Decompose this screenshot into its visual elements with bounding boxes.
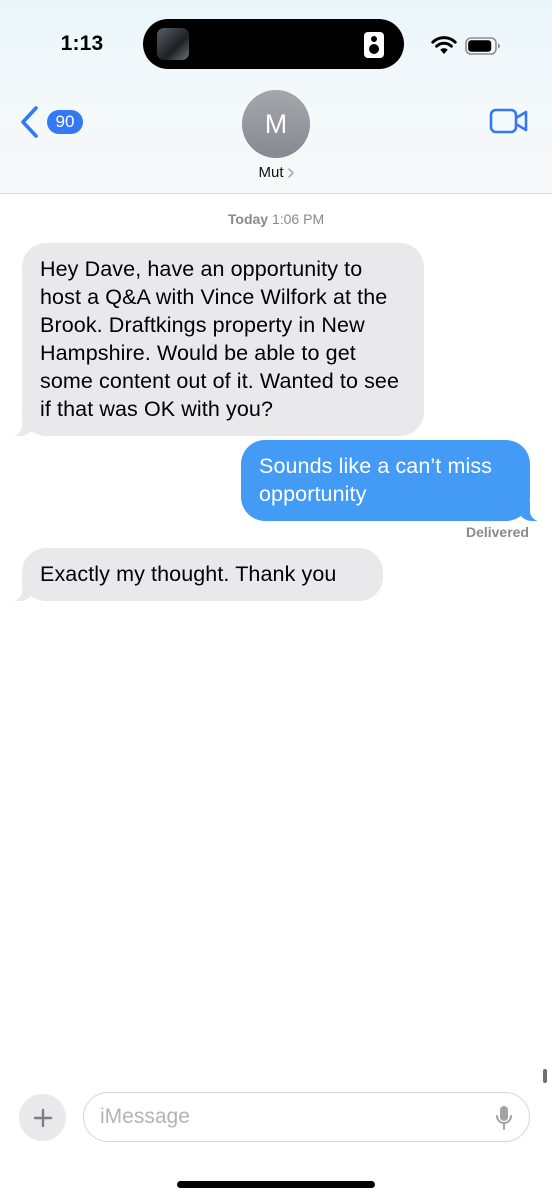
wifi-icon: [431, 36, 457, 54]
messages-screen: 1:13 90 M Mut Today 1:06 PM Hey Dave, ha…: [0, 0, 552, 1200]
home-indicator[interactable]: [177, 1181, 375, 1188]
chevron-left-icon: [21, 106, 38, 138]
now-playing-thumbnail: [157, 28, 189, 60]
timestamp-day: Today: [227, 211, 269, 227]
contact-details-link[interactable]: Mut: [0, 164, 552, 181]
video-camera-icon[interactable]: [489, 107, 529, 135]
apps-plus-button[interactable]: [19, 1094, 66, 1141]
delivery-status: Delivered: [465, 524, 529, 540]
unread-count-badge: 90: [47, 110, 83, 134]
scrollbar[interactable]: [543, 1069, 547, 1083]
message-bubble-outgoing[interactable]: Sounds like a can’t miss opportunity: [241, 440, 540, 521]
chevron-right-icon: [287, 168, 294, 178]
dynamic-island[interactable]: [143, 19, 404, 69]
conversation-timestamp: Today 1:06 PM: [0, 211, 552, 227]
status-bar-time: 1:13: [60, 32, 104, 55]
message-text: Hey Dave, have an opportunity to host a …: [40, 257, 400, 421]
battery-icon: [465, 37, 500, 55]
message-bubble-incoming[interactable]: Hey Dave, have an opportunity to host a …: [12, 243, 424, 436]
message-text: Sounds like a can’t miss opportunity: [259, 454, 493, 506]
message-text: Exactly my thought. Thank you: [40, 562, 337, 586]
contact-avatar[interactable]: M: [242, 90, 310, 158]
timestamp-time: 1:06 PM: [271, 211, 325, 227]
contact-name: Mut: [258, 164, 284, 181]
message-bubble-incoming[interactable]: Exactly my thought. Thank you: [12, 548, 383, 601]
message-input-container[interactable]: [83, 1092, 530, 1142]
message-input[interactable]: [100, 1103, 480, 1131]
conversation-header: 1:13 90 M Mut: [0, 0, 552, 194]
back-button[interactable]: 90: [18, 104, 88, 140]
plus-icon: [33, 1108, 52, 1127]
speaker-icon: [364, 32, 384, 58]
microphone-icon[interactable]: [495, 1105, 513, 1131]
